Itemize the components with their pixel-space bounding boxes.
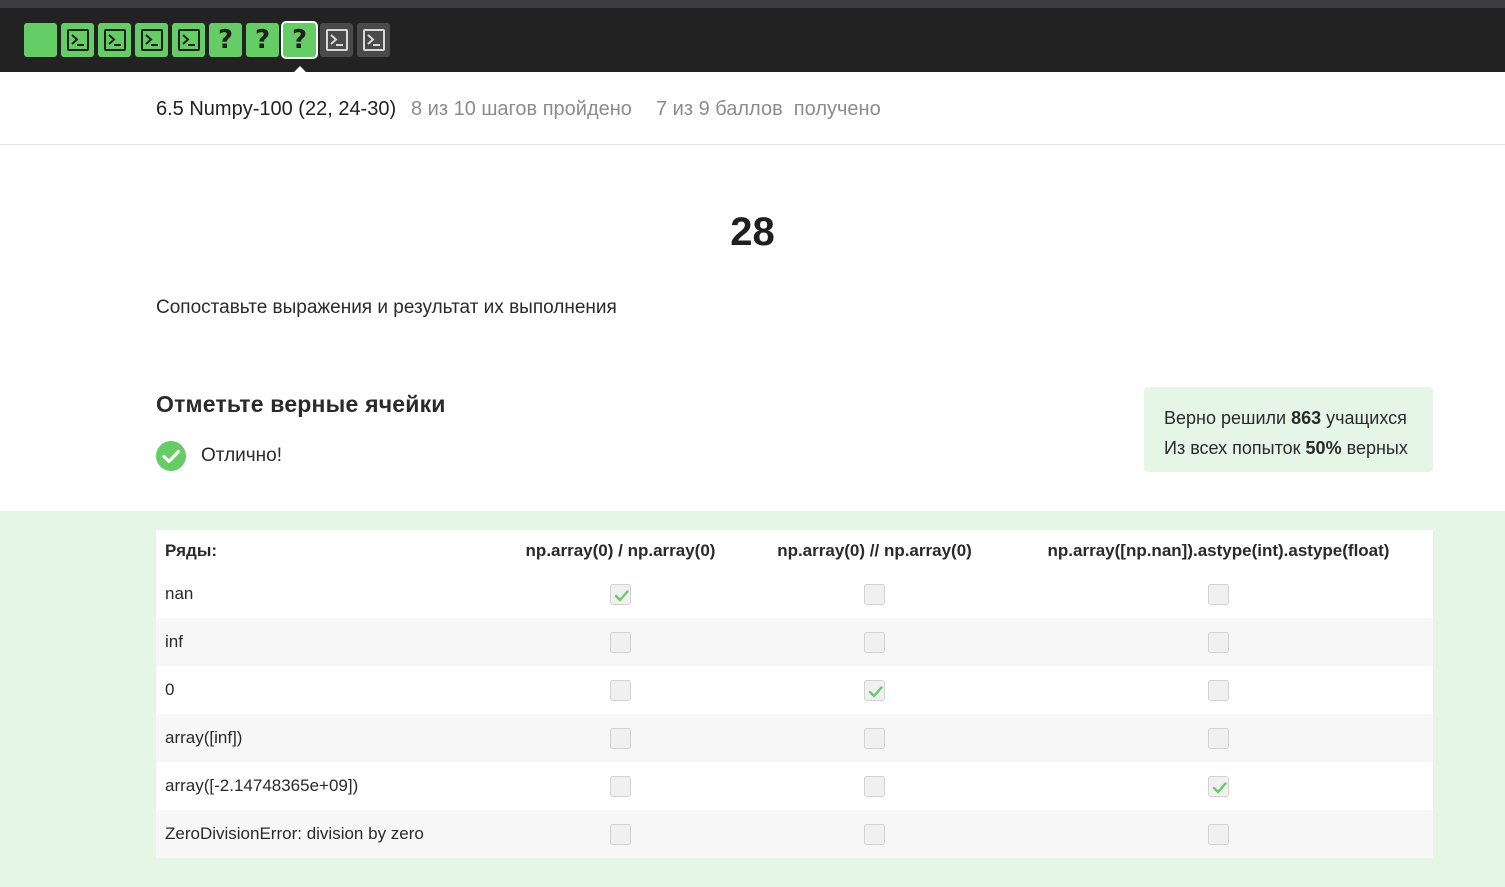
row-label: nan	[165, 584, 194, 603]
lesson-header: 6.5 Numpy-100 (22, 24-30) 8 из 10 шагов …	[0, 72, 1505, 145]
row-label: inf	[156, 618, 496, 666]
row-label: 0	[165, 680, 175, 699]
solved-count-value: 863	[1291, 408, 1322, 428]
column-header: np.array([np.nan]).astype(int).astype(fl…	[1047, 541, 1390, 560]
row-label: ZeroDivisionError: division by zero	[156, 810, 496, 858]
step-number: 28	[730, 210, 775, 254]
checkbox[interactable]	[864, 583, 885, 605]
checkbox-cell	[745, 714, 1004, 762]
checkbox-checked[interactable]	[610, 583, 631, 605]
result-status: Отлично!	[156, 441, 282, 471]
step-button-2[interactable]	[61, 23, 94, 57]
terminal-icon	[325, 29, 348, 51]
checkbox[interactable]	[864, 775, 885, 797]
checkbox[interactable]	[864, 631, 885, 653]
checkbox-cell	[496, 618, 745, 666]
row-label: array([-2.14748365e+09])	[165, 776, 359, 795]
checkbox-cell	[1004, 714, 1433, 762]
success-rate-line: Из всех попыток 50% верных	[1164, 433, 1433, 463]
table-row: nan	[156, 570, 1433, 618]
table-row: array([inf])	[156, 714, 1433, 762]
step-button-4[interactable]	[135, 23, 168, 57]
step-button-10[interactable]	[357, 23, 390, 57]
checkbox-cell	[1004, 570, 1433, 618]
table-row: inf	[156, 618, 1433, 666]
checkbox[interactable]	[1208, 823, 1229, 845]
terminal-icon	[362, 29, 385, 51]
question-icon: ?	[254, 25, 271, 55]
success-rate-prefix: Из всех попыток	[1164, 438, 1306, 458]
success-rate-value: 50%	[1305, 438, 1342, 458]
checkbox-cell	[496, 570, 745, 618]
checkbox[interactable]	[610, 631, 631, 653]
checkbox-checked[interactable]	[1208, 775, 1229, 797]
table-row: ZeroDivisionError: division by zero	[156, 810, 1433, 858]
solved-count-line: Верно решили 863 учащихся	[1164, 403, 1433, 433]
matching-table: Ряды: np.array(0) / np.array(0) np.array…	[156, 530, 1433, 858]
window-top-strip	[0, 0, 1505, 8]
checkbox[interactable]	[1208, 679, 1229, 701]
step-button-3[interactable]	[98, 23, 131, 57]
success-rate-suffix: верных	[1341, 438, 1408, 458]
step-button-1[interactable]	[24, 23, 57, 57]
checkbox-checked[interactable]	[864, 679, 885, 701]
solved-count-prefix: Верно решили	[1164, 408, 1292, 428]
question-icon: ?	[217, 25, 234, 55]
checkbox-cell	[745, 618, 1004, 666]
checkbox-cell	[496, 714, 745, 762]
step-list: ???	[24, 23, 390, 77]
checkbox-cell	[745, 810, 1004, 858]
step-button-8[interactable]: ?	[283, 23, 316, 77]
checkbox[interactable]	[610, 679, 631, 701]
table-header-row: Ряды: np.array(0) / np.array(0) np.array…	[156, 530, 1433, 570]
table-body: nan inf 0 array([inf]) array([-2.14748365e+0…	[156, 570, 1433, 858]
column-header: np.array(0) / np.array(0)	[525, 541, 716, 560]
checkbox[interactable]	[1208, 583, 1229, 605]
step-button-7[interactable]: ?	[246, 23, 279, 57]
step-navigation-bar: ???	[0, 8, 1505, 77]
answer-area: Ряды: np.array(0) / np.array(0) np.array…	[0, 511, 1505, 887]
table-row: 0	[156, 666, 1433, 714]
lesson-progress: 8 из 10 шагов пройдено	[411, 98, 632, 120]
checkbox-cell	[745, 762, 1004, 810]
checkbox-cell	[496, 666, 745, 714]
section-title: Отметьте верные ячейки	[156, 391, 446, 417]
row-label: array([inf])	[156, 714, 496, 762]
checkbox-cell	[496, 762, 745, 810]
checkbox-cell	[1004, 618, 1433, 666]
checkbox[interactable]	[864, 727, 885, 749]
checkbox-cell	[496, 810, 745, 858]
row-header: Ряды:	[165, 541, 218, 560]
checkbox[interactable]	[610, 823, 631, 845]
checkbox-cell	[745, 570, 1004, 618]
step-button-6[interactable]: ?	[209, 23, 242, 57]
solve-stats-panel: Верно решили 863 учащихся Из всех попыто…	[1144, 387, 1433, 472]
lesson-score: 7 из 9 баллов получено	[656, 98, 881, 120]
checkbox-cell	[1004, 666, 1433, 714]
task-description: Сопоставьте выражения и результат их вып…	[156, 297, 617, 318]
question-icon: ?	[291, 25, 308, 55]
step-button-5[interactable]	[172, 23, 205, 57]
checkbox[interactable]	[610, 775, 631, 797]
lesson-title[interactable]: 6.5 Numpy-100 (22, 24-30)	[156, 98, 396, 121]
checkbox[interactable]	[1208, 727, 1229, 749]
status-text: Отлично!	[201, 445, 283, 466]
step-button-9[interactable]	[320, 23, 353, 57]
terminal-icon	[140, 29, 163, 51]
checkbox[interactable]	[1208, 631, 1229, 653]
terminal-icon	[103, 29, 126, 51]
checkbox-cell	[745, 666, 1004, 714]
check-circle-icon	[156, 441, 186, 471]
checkbox[interactable]	[864, 823, 885, 845]
checkbox[interactable]	[610, 727, 631, 749]
solved-count-suffix: учащихся	[1321, 408, 1407, 428]
checkbox-cell	[1004, 810, 1433, 858]
column-header: np.array(0) // np.array(0)	[777, 541, 972, 560]
table-row: array([-2.14748365e+09])	[156, 762, 1433, 810]
checkbox-cell	[1004, 762, 1433, 810]
terminal-icon	[177, 29, 200, 51]
terminal-icon	[66, 29, 89, 51]
